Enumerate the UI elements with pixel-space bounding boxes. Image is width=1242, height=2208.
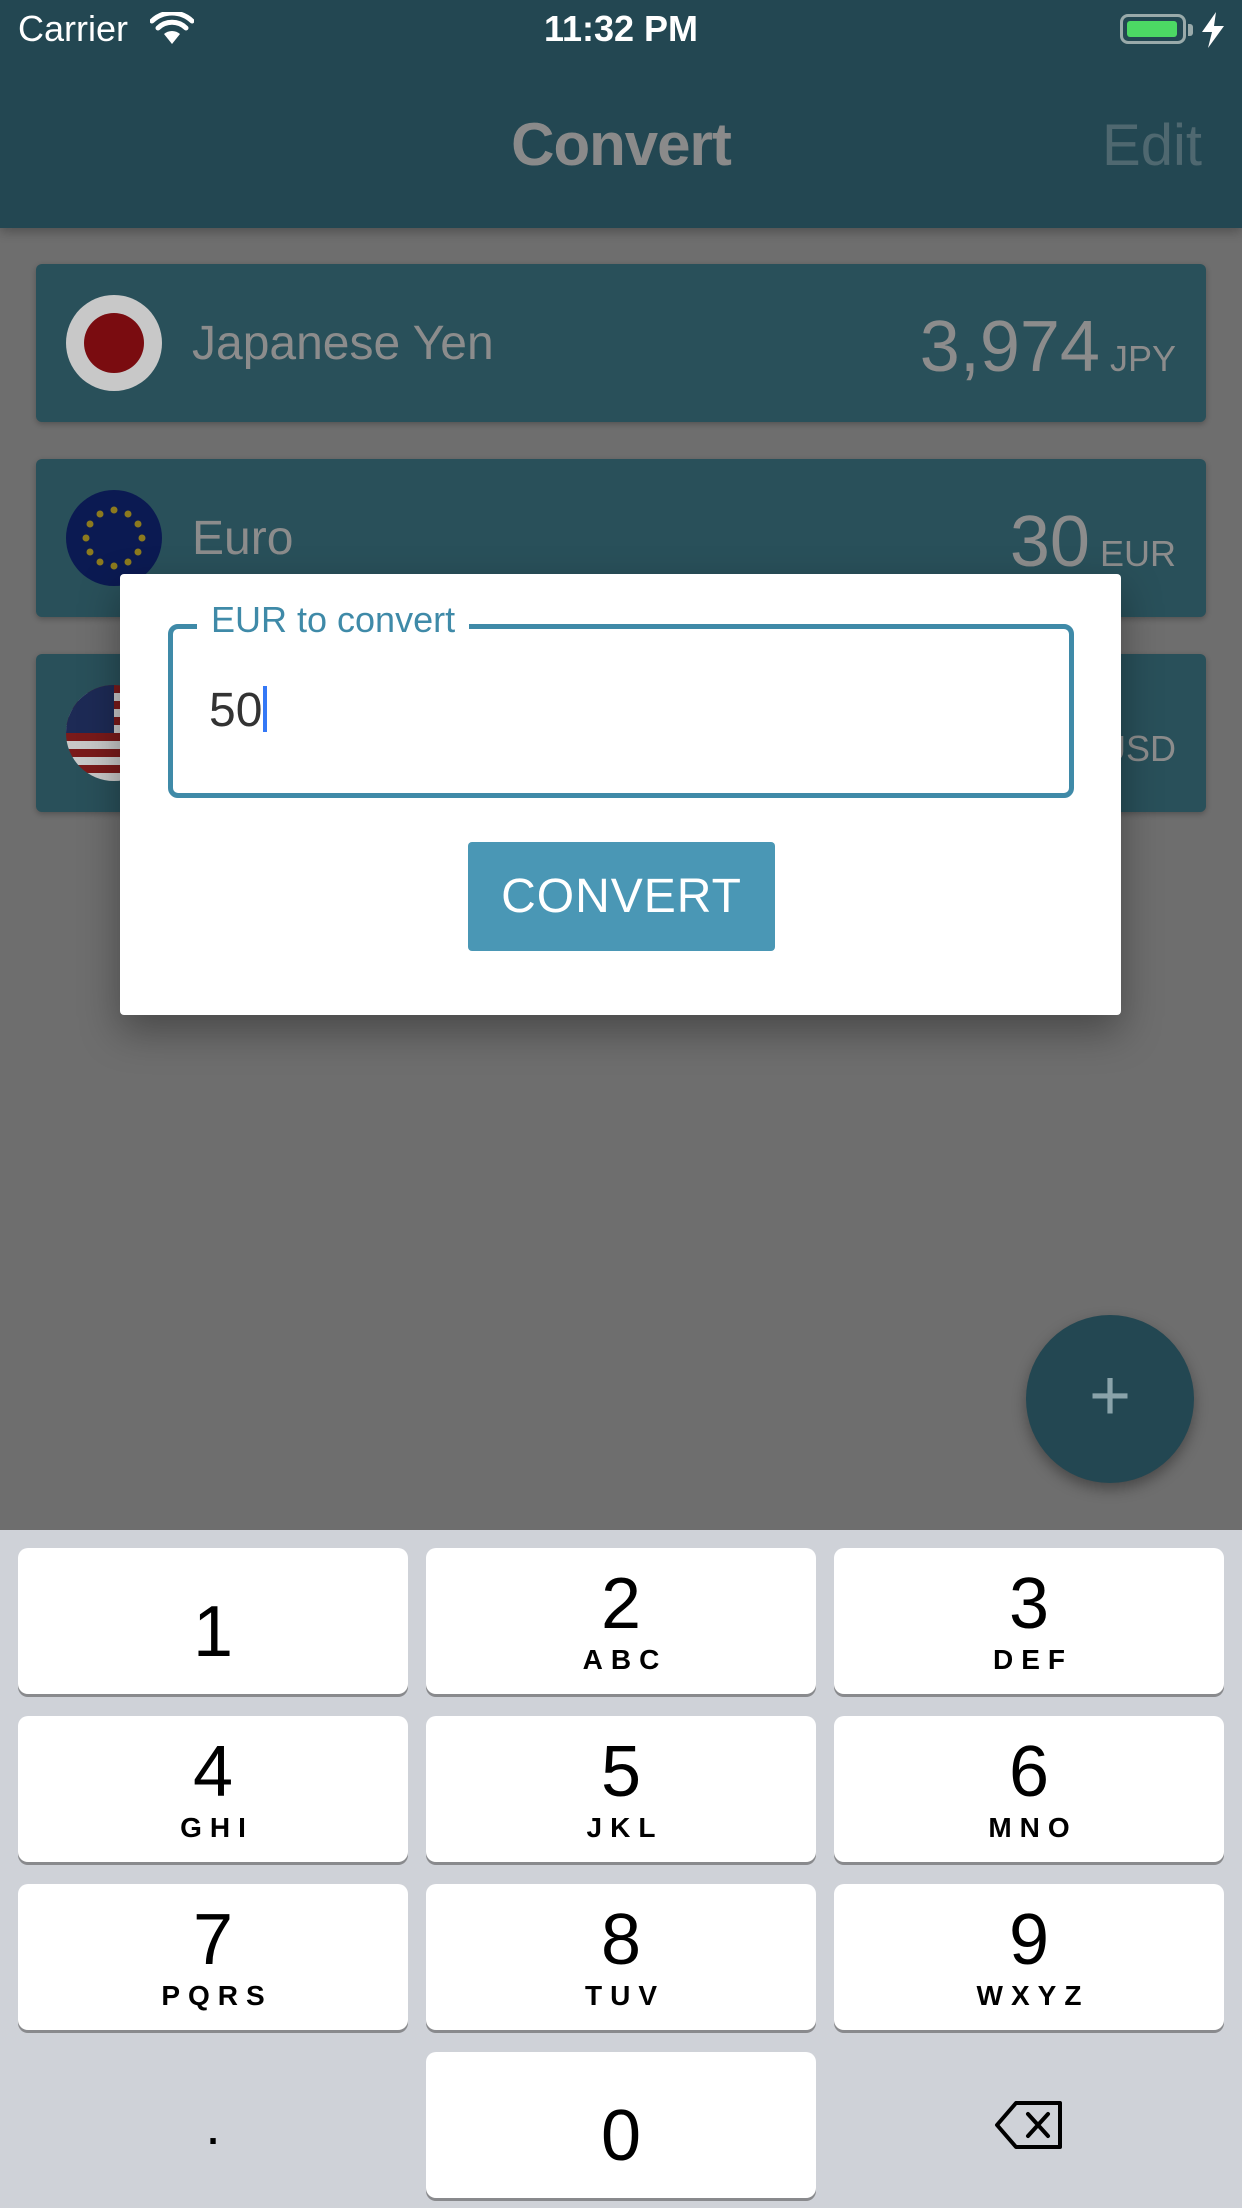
decimal-label: . <box>205 2093 221 2156</box>
battery-icon <box>1120 14 1186 44</box>
key-decimal[interactable]: . <box>18 2052 408 2198</box>
key-5[interactable]: 5 JKL <box>426 1716 816 1862</box>
key-digit: 9 <box>1008 1900 1050 1980</box>
edit-button[interactable]: Edit <box>1102 112 1202 179</box>
numeric-keypad: 1 2 ABC 3 DEF 4 GHI 5 JKL 6 MNO 7 PQRS 8… <box>0 1530 1242 2208</box>
key-2[interactable]: 2 ABC <box>426 1548 816 1694</box>
key-digit: 8 <box>600 1900 642 1980</box>
battery-cap <box>1188 24 1193 36</box>
input-text: 50 <box>209 684 263 737</box>
amount-value: 30 <box>1009 502 1090 582</box>
key-digit: 1 <box>192 1592 234 1672</box>
text-caret <box>263 686 268 732</box>
currency-row-jpy[interactable]: Japanese Yen 3,974 JPY <box>36 264 1206 422</box>
currency-amount: 30 EUR <box>1010 501 1176 583</box>
japan-flag-icon <box>66 295 162 391</box>
navigation-bar: Carrier 11:32 PM Convert Edit <box>0 0 1242 228</box>
key-digit: 6 <box>1008 1732 1050 1812</box>
key-letters: WXYZ <box>976 1980 1090 2011</box>
clock: 11:32 PM <box>543 8 699 49</box>
key-0[interactable]: 0 <box>426 2052 816 2198</box>
key-letters: DEF <box>993 1644 1073 1675</box>
key-delete[interactable] <box>834 2052 1224 2198</box>
key-digit: 5 <box>600 1732 642 1812</box>
key-9[interactable]: 9 WXYZ <box>834 1884 1224 2030</box>
status-bar: Carrier 11:32 PM <box>0 0 1242 62</box>
key-4[interactable]: 4 GHI <box>18 1716 408 1862</box>
backspace-icon <box>995 2101 1062 2149</box>
charging-bolt-icon <box>1202 12 1224 48</box>
eu-flag-icon <box>66 490 162 586</box>
convert-button[interactable]: CONVERT <box>468 842 775 951</box>
add-currency-button[interactable]: + <box>1026 1315 1194 1483</box>
field-label: EUR to convert <box>197 599 470 641</box>
key-letters: JKL <box>586 1812 664 1843</box>
amount-field[interactable]: EUR to convert 50 <box>168 599 1074 798</box>
key-digit: 7 <box>192 1900 234 1980</box>
key-digit: 3 <box>1008 1564 1050 1644</box>
currency-code: EUR <box>1099 533 1176 574</box>
key-digit: 2 <box>600 1564 642 1644</box>
amount-value: 3,974 <box>919 307 1100 387</box>
key-letters: TUV <box>585 1980 665 2011</box>
key-6[interactable]: 6 MNO <box>834 1716 1224 1862</box>
key-7[interactable]: 7 PQRS <box>18 1884 408 2030</box>
currency-name: Euro <box>192 512 294 565</box>
currency-amount: 3,974 JPY <box>920 306 1176 388</box>
key-digit: 0 <box>600 2096 642 2176</box>
key-letters: MNO <box>988 1812 1078 1843</box>
key-1[interactable]: 1 <box>18 1548 408 1694</box>
key-letters: GHI <box>180 1812 254 1843</box>
key-letters: ABC <box>582 1644 668 1675</box>
convert-dialog: EUR to convert 50 CONVERT <box>120 574 1121 1015</box>
key-3[interactable]: 3 DEF <box>834 1548 1224 1694</box>
key-digit: 4 <box>192 1732 234 1812</box>
currency-name: Japanese Yen <box>192 317 494 370</box>
amount-input[interactable]: 50 <box>209 683 268 738</box>
key-letters: PQRS <box>161 1980 273 2011</box>
currency-code: JPY <box>1109 338 1176 379</box>
key-8[interactable]: 8 TUV <box>426 1884 816 2030</box>
page-title: Convert <box>511 111 732 178</box>
